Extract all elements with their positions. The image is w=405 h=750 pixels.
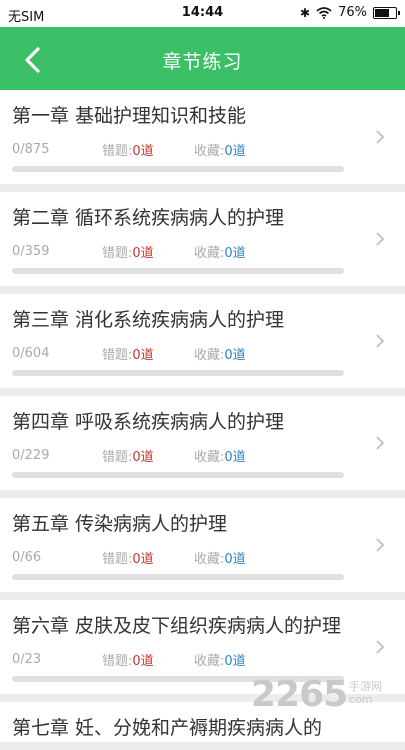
chevron-right-icon [376,538,385,552]
progress-bar [12,472,344,478]
progress-bar [12,268,344,274]
wrong-label: 错题: [102,449,133,465]
watermark-logo: 2265 手游网 com [251,674,401,718]
row-spacer [0,274,405,286]
wrong-label: 错题: [102,143,133,159]
wrong-label: 错题: [102,551,133,567]
wrong-label: 错题: [102,653,133,669]
wrong-value: 0道 [132,449,154,465]
chapter-stats: 0/359 错题:0道 收藏:0道 [0,232,405,261]
wrong-count: 错题:0道 [102,242,194,261]
battery-percent: 76% [338,5,367,20]
favorite-label: 收藏: [194,245,225,261]
progress-count: 0/66 [12,549,42,565]
wrong-count: 错题:0道 [102,548,194,567]
progress-count: 0/604 [12,345,50,361]
chevron-right-icon [376,334,385,348]
progress-bar [12,370,344,376]
watermark-brand: 2265 [251,674,348,715]
wrong-value: 0道 [132,551,154,567]
favorite-value: 0道 [224,347,246,363]
chapter-item[interactable]: 第五章 传染病病人的护理 0/66 错题:0道 收藏:0道 [0,498,405,592]
chapter-item[interactable]: 第二章 循环系统疾病病人的护理 0/359 错题:0道 收藏:0道 [0,192,405,286]
wrong-value: 0道 [132,347,154,363]
chevron-right-icon [376,640,385,654]
app-header: 章节练习 [0,27,405,90]
watermark-line1: 手游网 [349,680,382,693]
favorite-label: 收藏: [194,449,225,465]
battery-fill [375,8,389,17]
status-bar: 无SIM 14:44 ✱ 76% [0,0,405,27]
wrong-label: 错题: [102,245,133,261]
chapter-list: 第一章 基础护理知识和技能 0/875 错题:0道 收藏:0道 第二章 循环系统疾病病人… [0,90,405,750]
chapter-stats: 0/23 错题:0道 收藏:0道 [0,640,405,669]
chapter-stats: 0/604 错题:0道 收藏:0道 [0,334,405,363]
page-title: 章节练习 [162,51,243,73]
row-spacer [0,172,405,184]
favorite-count: 收藏:0道 [194,650,246,669]
chapter-stats: 0/229 错题:0道 收藏:0道 [0,436,405,465]
bluetooth-icon: ✱ [300,5,311,20]
chapter-item[interactable]: 第一章 基础护理知识和技能 0/875 错题:0道 收藏:0道 [0,90,405,184]
chapter-item[interactable]: 第四章 呼吸系统疾病病人的护理 0/229 错题:0道 收藏:0道 [0,396,405,490]
favorite-value: 0道 [224,245,246,261]
chapter-item[interactable]: 第三章 消化系统疾病病人的护理 0/604 错题:0道 收藏:0道 [0,294,405,388]
wrong-count: 错题:0道 [102,650,194,669]
favorite-label: 收藏: [194,551,225,567]
chevron-right-icon [376,130,385,144]
favorite-value: 0道 [224,449,246,465]
battery-icon [373,6,400,19]
chapter-title: 第五章 传染病病人的护理 [12,513,228,535]
favorite-count: 收藏:0道 [194,242,246,261]
favorite-count: 收藏:0道 [194,446,246,465]
chapter-stats: 0/875 错题:0道 收藏:0道 [0,130,405,159]
row-spacer [0,580,405,592]
favorite-value: 0道 [224,551,246,567]
favorite-count: 收藏:0道 [194,344,246,363]
chapter-title: 第一章 基础护理知识和技能 [12,105,247,127]
chapter-stats: 0/66 错题:0道 收藏:0道 [0,538,405,567]
progress-count: 0/875 [12,141,50,157]
progress-count: 0/229 [12,447,50,463]
wrong-count: 错题:0道 [102,446,194,465]
favorite-label: 收藏: [194,653,225,669]
wrong-value: 0道 [132,653,154,669]
chapter-title: 第二章 循环系统疾病病人的护理 [12,207,285,229]
watermark-caption: 手游网 com [349,680,382,706]
wrong-label: 错题: [102,347,133,363]
progress-count: 0/23 [12,651,42,667]
wrong-value: 0道 [132,143,154,159]
favorite-value: 0道 [224,143,246,159]
chapter-title: 第六章 皮肤及皮下组织疾病病人的护理 [12,615,342,637]
chapter-title: 第四章 呼吸系统疾病病人的护理 [12,411,285,433]
status-icons: ✱ 76% [300,5,400,20]
favorite-label: 收藏: [194,347,225,363]
progress-bar [12,574,344,580]
chevron-right-icon [376,232,385,246]
progress-count: 0/359 [12,243,50,259]
progress-bar [12,166,344,172]
row-spacer [0,376,405,388]
chapter-title: 第三章 消化系统疾病病人的护理 [12,309,285,331]
wrong-count: 错题:0道 [102,140,194,159]
wrong-count: 错题:0道 [102,344,194,363]
favorite-count: 收藏:0道 [194,140,246,159]
wrong-value: 0道 [132,245,154,261]
favorite-label: 收藏: [194,143,225,159]
watermark-line2: com [349,693,373,706]
favorite-count: 收藏:0道 [194,548,246,567]
row-spacer [0,478,405,490]
chevron-right-icon [376,436,385,450]
favorite-value: 0道 [224,653,246,669]
wifi-icon [316,6,332,19]
